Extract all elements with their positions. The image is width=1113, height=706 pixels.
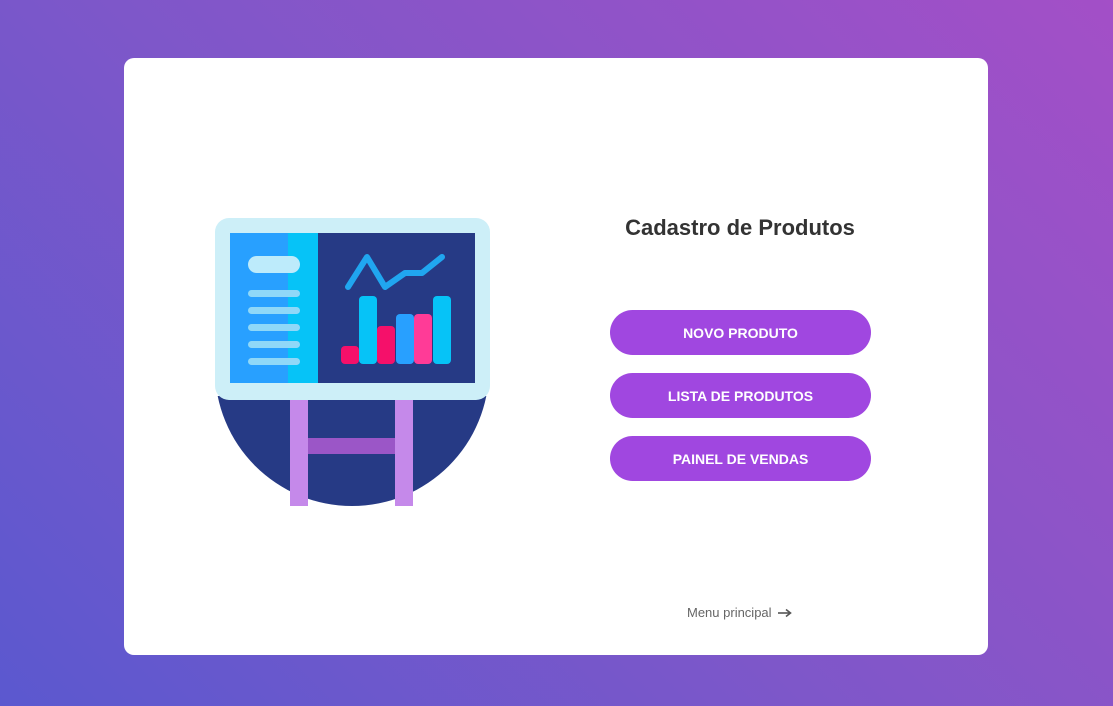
board-text-line — [248, 341, 300, 348]
sales-panel-button[interactable]: PAINEL DE VENDAS — [610, 436, 871, 481]
board-text-line — [248, 358, 300, 365]
chart-bar — [433, 296, 451, 364]
chart-bar — [341, 346, 359, 364]
chart-bar — [377, 326, 395, 364]
board-text-line — [248, 324, 300, 331]
chart-bar — [359, 296, 377, 364]
chart-bar — [396, 314, 414, 364]
board-text-line — [248, 307, 300, 314]
stand-leg-left — [290, 386, 308, 506]
presentation-board-chart-icon — [214, 216, 494, 506]
stand-leg-right — [395, 386, 413, 506]
arrow-right-icon — [777, 608, 792, 617]
main-menu-link[interactable]: Menu principal — [687, 605, 792, 620]
login-card: Cadastro de Produtos NOVO PRODUTO LISTA … — [124, 58, 988, 655]
chart-bar — [414, 314, 432, 364]
main-menu-link-label: Menu principal — [687, 605, 772, 620]
page-title: Cadastro de Produtos — [625, 215, 855, 240]
board-text-line — [248, 290, 300, 297]
stand-crossbar — [308, 438, 395, 454]
new-product-button[interactable]: NOVO PRODUTO — [610, 310, 871, 355]
product-list-button[interactable]: LISTA DE PRODUTOS — [610, 373, 871, 418]
board-heading-line — [248, 256, 300, 273]
